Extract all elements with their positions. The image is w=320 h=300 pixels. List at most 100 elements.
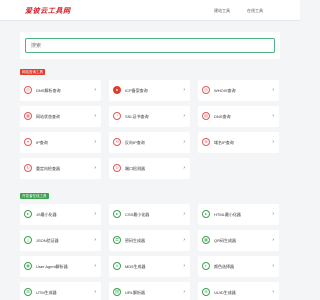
nav-online-tools[interactable]: 在线工具 (247, 8, 263, 14)
tool-card[interactable]: # MD5生成器 › (109, 256, 190, 277)
nav-site-tools[interactable]: 建站工具 (214, 8, 230, 14)
top-bar: 爱彼云工具网 建站工具 在线工具 (0, 0, 300, 21)
chevron-right-icon: › (272, 211, 274, 217)
tool-card-label: 反向IP查询 (125, 140, 145, 145)
html-icon: ▸ (202, 210, 210, 218)
chevron-right-icon: › (183, 113, 185, 119)
tool-card[interactable]: ⊙ 端口检测器 › (109, 158, 190, 179)
tool-card-label: ICP备案查询 (125, 88, 148, 93)
json-icon: { (24, 236, 32, 244)
tool-card[interactable]: ⊞ UTM生成器 › (20, 282, 101, 300)
chevron-right-icon: › (94, 289, 96, 295)
status-icon: ▦ (24, 112, 32, 120)
chevron-right-icon: › (94, 165, 96, 171)
tool-card[interactable]: ▸ HTML最小化器 › (198, 204, 279, 225)
chevron-right-icon: › (94, 113, 96, 119)
section-tag-developer-tools: 开发者在线工具 (20, 193, 49, 199)
chevron-right-icon: › (272, 263, 274, 269)
site-logo[interactable]: 爱彼云工具网 (25, 6, 71, 16)
tool-card[interactable]: ◉ User Agent解析器 › (20, 256, 101, 277)
chevron-right-icon: › (94, 263, 96, 269)
chevron-right-icon: › (183, 165, 185, 171)
chevron-right-icon: › (272, 237, 274, 243)
ssl-icon: ◔ (113, 112, 121, 120)
tool-card[interactable]: ▦ 网站状态查询 › (20, 106, 101, 127)
tool-card[interactable]: ◐ 颜色选择器 › (198, 256, 279, 277)
tool-card[interactable]: ◎ WHOIS查询 › (198, 80, 279, 101)
chevron-right-icon: › (94, 211, 96, 217)
dns-icon: ◎ (24, 86, 32, 94)
utm-icon: ⊞ (24, 288, 32, 296)
tool-card[interactable]: ⌖ IP查询 › (20, 132, 101, 153)
tool-card-label: MD5生成器 (125, 264, 146, 269)
tool-card-label: JSON验证器 (36, 238, 59, 243)
tool-card[interactable]: ◎ DNS解析查询 › (20, 80, 101, 101)
tool-card-label: UUID生成器 (214, 290, 236, 295)
chevron-right-icon: › (183, 139, 185, 145)
domain-ip-icon: ⊕ (202, 138, 210, 146)
chevron-right-icon: › (272, 113, 274, 119)
chevron-right-icon: › (272, 289, 274, 295)
chevron-right-icon: › (183, 237, 185, 243)
css-icon: ▸ (113, 210, 121, 218)
tool-card-label: CSS最小化器 (125, 212, 150, 217)
tool-card[interactable]: ● ICP备案查询 › (109, 80, 190, 101)
tool-card[interactable]: ⟲ 反向IP查询 › (109, 132, 190, 153)
tool-card[interactable]: ⚿ 密码生成器 › (109, 230, 190, 251)
tool-card-label: SSL证书查询 (125, 114, 149, 119)
icp-icon: ● (113, 86, 121, 94)
tool-card[interactable]: ▸ CSS最小化器 › (109, 204, 190, 225)
tool-card-label: 域名IP查询 (214, 140, 234, 145)
chevron-right-icon: › (183, 289, 185, 295)
tool-card-label: 密码生成器 (125, 238, 145, 243)
ip-icon: ⌖ (24, 138, 32, 146)
tool-card-label: WHOIS查询 (214, 88, 236, 93)
tool-card[interactable]: ▤ DNS查询 › (198, 106, 279, 127)
chevron-right-icon: › (94, 87, 96, 93)
color-icon: ◐ (202, 262, 210, 270)
tool-card[interactable]: { JSON验证器 › (20, 230, 101, 251)
password-icon: ⚿ (113, 236, 121, 244)
port-icon: ⊙ (113, 164, 121, 172)
redirect-icon: ↻ (24, 164, 32, 172)
tool-card-label: HTML最小化器 (214, 212, 241, 217)
tool-card-label: DNS解析查询 (36, 88, 61, 93)
search-card (20, 32, 280, 59)
whois-icon: ◎ (202, 86, 210, 94)
tool-card[interactable]: ▦ QR码生成器 › (198, 230, 279, 251)
chevron-right-icon: › (183, 263, 185, 269)
tool-card-label: 颜色选择器 (214, 264, 234, 269)
tool-card-label: 端口检测器 (125, 166, 145, 171)
tool-card[interactable]: ⊕ 域名IP查询 › (198, 132, 279, 153)
tool-card-label: User Agent解析器 (36, 264, 68, 269)
js-icon: ▸ (24, 210, 32, 218)
tool-card[interactable]: ⛓ URL解析器 › (109, 282, 190, 300)
uuid-icon: ⊛ (202, 288, 210, 296)
section-tag-website-query: 网站查询工具 (20, 69, 45, 75)
tool-card-label: URL解析器 (125, 290, 146, 295)
tool-card[interactable]: ⊛ UUID生成器 › (198, 282, 279, 300)
chevron-right-icon: › (94, 139, 96, 145)
tool-card-label: JS最小化器 (36, 212, 57, 217)
tool-card-label: IP查询 (36, 140, 48, 145)
tool-card-label: 网站状态查询 (36, 114, 60, 119)
chevron-right-icon: › (94, 237, 96, 243)
tool-card-label: DNS查询 (214, 114, 231, 119)
dns-query-icon: ▤ (202, 112, 210, 120)
qr-icon: ▦ (202, 236, 210, 244)
md5-icon: # (113, 262, 121, 270)
url-icon: ⛓ (113, 288, 121, 296)
tool-card-label: QR码生成器 (214, 238, 236, 243)
chevron-right-icon: › (272, 139, 274, 145)
ua-icon: ◉ (24, 262, 32, 270)
tool-card[interactable]: ▸ JS最小化器 › (20, 204, 101, 225)
tool-card[interactable]: ◔ SSL证书查询 › (109, 106, 190, 127)
search-input[interactable] (25, 38, 275, 53)
chevron-right-icon: › (183, 211, 185, 217)
tool-card-label: UTM生成器 (36, 290, 57, 295)
reverse-ip-icon: ⟲ (113, 138, 121, 146)
chevron-right-icon: › (183, 87, 185, 93)
tool-card[interactable]: ↻ 重定向检查器 › (20, 158, 101, 179)
tool-card-label: 重定向检查器 (36, 166, 60, 171)
chevron-right-icon: › (272, 87, 274, 93)
